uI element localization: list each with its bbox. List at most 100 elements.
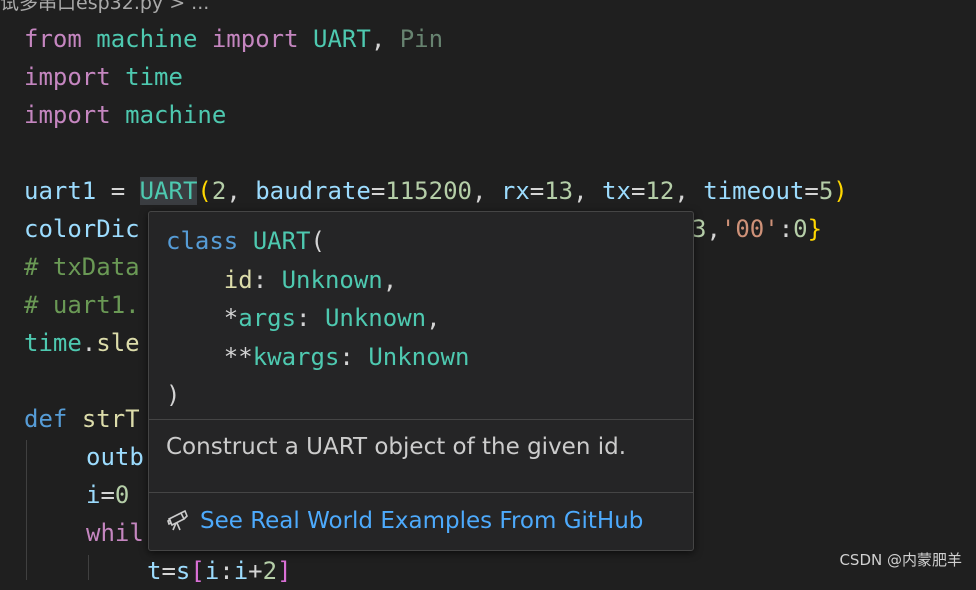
- variable: t: [147, 557, 162, 585]
- module-name: machine: [125, 101, 227, 129]
- number: 2: [262, 557, 278, 585]
- github-examples-link[interactable]: See Real World Examples From GitHub: [166, 506, 643, 536]
- param-type: Unknown: [324, 304, 427, 332]
- variable: colorDic: [24, 215, 140, 243]
- param-name: id: [223, 265, 253, 294]
- punct: ,: [426, 304, 441, 332]
- number: 5: [818, 177, 834, 205]
- code-line-5[interactable]: uart1 = UART(2, baudrate=115200, rx=13, …: [24, 172, 848, 210]
- signature-block: class UART( id: Unknown, *args: Unknown,…: [166, 222, 469, 415]
- divider: [149, 419, 693, 420]
- param-name: args: [238, 304, 297, 332]
- module-name: time: [125, 63, 183, 91]
- kwarg: tx: [602, 177, 631, 205]
- bracket: }: [807, 215, 823, 243]
- operator: *: [223, 304, 239, 332]
- number: 12: [645, 177, 675, 205]
- keyword-import: import: [24, 63, 111, 91]
- punct: ,: [706, 215, 721, 243]
- punct: ,: [573, 177, 603, 205]
- watermark: CSDN @内蒙肥羊: [839, 551, 962, 569]
- punct: ,: [382, 265, 398, 294]
- code-line-8[interactable]: # uart1.: [24, 286, 140, 324]
- keyword-def: def: [24, 405, 68, 433]
- function-name: sle: [96, 329, 140, 357]
- punct: ,: [370, 25, 386, 53]
- module-name: machine: [96, 25, 198, 53]
- link-label[interactable]: See Real World Examples From GitHub: [200, 508, 643, 534]
- indent-guide: [88, 555, 89, 580]
- breadcrumb[interactable]: 试多串口esp32.py > ...: [0, 0, 209, 14]
- operator: **: [223, 342, 253, 371]
- hovered-class-name[interactable]: UART: [139, 177, 198, 205]
- number: 115200: [385, 177, 472, 205]
- string: '00': [720, 215, 779, 243]
- code-line-12[interactable]: outb: [86, 438, 144, 476]
- code-line-13[interactable]: i=0: [86, 476, 129, 514]
- variable: outb: [86, 443, 144, 471]
- function-name: strT: [81, 405, 140, 433]
- divider: [149, 492, 693, 493]
- punct: ,: [471, 177, 501, 205]
- operator: =: [96, 177, 140, 205]
- punct: :: [252, 265, 282, 294]
- keyword-class: class: [166, 227, 239, 255]
- code-line-15[interactable]: t=s[i:i+2]: [147, 552, 292, 590]
- code-line-6-tail[interactable]: 3,'00':0}: [692, 210, 822, 248]
- bracket: [: [190, 557, 205, 585]
- code-line-7[interactable]: # txData: [24, 248, 140, 286]
- code-line-11[interactable]: def strT: [24, 400, 140, 438]
- punct: ,: [226, 177, 256, 205]
- kwarg: timeout: [703, 177, 805, 205]
- keyword-from: from: [24, 25, 82, 53]
- punct: :: [778, 215, 794, 243]
- bracket: ): [166, 381, 181, 409]
- class-name: UART: [313, 25, 371, 53]
- bracket: (: [310, 227, 325, 255]
- operator: =: [630, 177, 646, 205]
- code-line-6[interactable]: colorDic: [24, 210, 140, 248]
- bracket: (: [197, 177, 212, 205]
- kwarg: baudrate: [255, 177, 371, 205]
- variable: i: [204, 557, 220, 585]
- module-name: time: [24, 329, 82, 357]
- param-name: kwargs: [252, 342, 340, 371]
- number: 0: [114, 481, 130, 509]
- punct: :: [339, 342, 369, 371]
- keyword-while: whil: [86, 519, 144, 547]
- number: 13: [544, 177, 574, 205]
- punct: .: [81, 329, 97, 357]
- variable: s: [175, 557, 191, 585]
- code-line-2[interactable]: import time: [24, 58, 183, 96]
- operator: +: [248, 557, 263, 585]
- number: 3: [692, 215, 707, 243]
- variable: uart1: [24, 177, 97, 205]
- variable: i: [233, 557, 249, 585]
- keyword-import: import: [211, 25, 299, 53]
- variable: i: [86, 481, 101, 509]
- code-line-3[interactable]: import machine: [24, 96, 226, 134]
- indent-guide: [26, 440, 27, 580]
- operator: =: [161, 557, 176, 585]
- code-line-9[interactable]: time.sle: [24, 324, 140, 362]
- operator: =: [804, 177, 819, 205]
- kwarg: rx: [500, 177, 530, 205]
- param-type: Unknown: [368, 342, 470, 371]
- operator: =: [529, 177, 545, 205]
- punct: :: [296, 304, 325, 332]
- param-type: Unknown: [281, 265, 383, 294]
- code-line-14[interactable]: whil: [86, 514, 144, 552]
- code-line-1[interactable]: from machine import UART, Pin: [24, 20, 443, 58]
- operator: =: [100, 481, 115, 509]
- class-name: UART: [252, 227, 311, 255]
- punct: ,: [674, 177, 704, 205]
- hover-tooltip[interactable]: class UART( id: Unknown, *args: Unknown,…: [148, 211, 694, 551]
- unused-import: Pin: [399, 25, 444, 53]
- number: 2: [211, 177, 227, 205]
- telescope-icon: [167, 509, 188, 531]
- operator: =: [370, 177, 386, 205]
- bracket: ): [833, 177, 848, 205]
- punct: :: [219, 557, 234, 585]
- keyword-import: import: [24, 101, 111, 129]
- number: 0: [793, 215, 808, 243]
